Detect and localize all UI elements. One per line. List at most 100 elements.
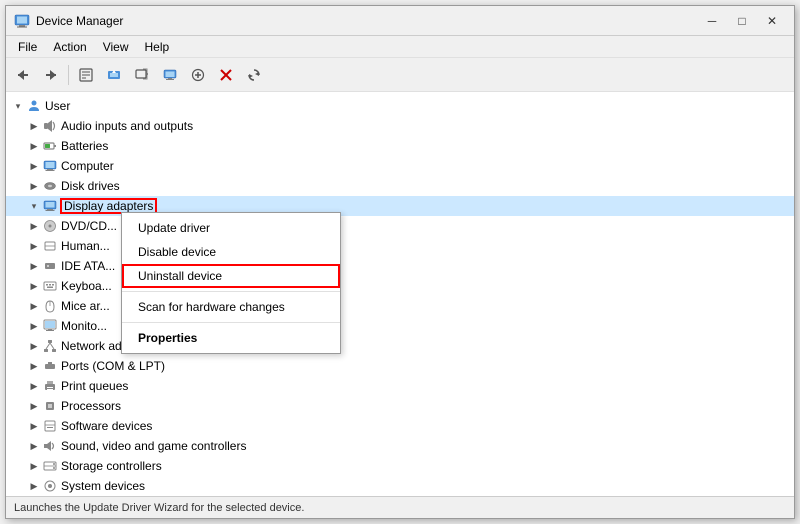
sound-icon — [42, 438, 58, 454]
update-driver-button[interactable] — [101, 62, 127, 88]
display-button[interactable] — [157, 62, 183, 88]
disk-label: Disk drives — [61, 179, 120, 193]
expand-print[interactable]: ▶ — [26, 378, 42, 394]
keyboard-icon — [42, 278, 58, 294]
tree-item-sound[interactable]: ▶ Sound, video and game controllers — [6, 436, 794, 456]
expand-processors[interactable]: ▶ — [26, 398, 42, 414]
expand-human[interactable]: ▶ — [26, 238, 42, 254]
network-icon — [42, 338, 58, 354]
monitors-label: Monito... — [61, 319, 107, 333]
refresh-button[interactable] — [241, 62, 267, 88]
expand-system[interactable]: ▶ — [26, 478, 42, 494]
ctx-update-driver[interactable]: Update driver — [122, 216, 340, 240]
status-bar: Launches the Update Driver Wizard for th… — [6, 496, 794, 518]
tree-panel[interactable]: ▾ User ▶ Audio inputs and outputs ▶ — [6, 92, 794, 496]
expand-ports[interactable]: ▶ — [26, 358, 42, 374]
storage-label: Storage controllers — [61, 459, 162, 473]
battery-icon — [42, 138, 58, 154]
ide-icon — [42, 258, 58, 274]
storage-icon — [42, 458, 58, 474]
computer-icon — [42, 158, 58, 174]
tree-item-print[interactable]: ▶ Print queues — [6, 376, 794, 396]
expand-disk[interactable]: ▶ — [26, 178, 42, 194]
system-label: System devices — [61, 479, 145, 493]
batteries-label: Batteries — [61, 139, 108, 153]
back-button[interactable] — [10, 62, 36, 88]
audio-label: Audio inputs and outputs — [61, 119, 193, 133]
display-icon — [42, 198, 58, 214]
tree-item-processors[interactable]: ▶ Processors — [6, 396, 794, 416]
ctx-uninstall-device[interactable]: Uninstall device — [122, 264, 340, 288]
software-label: Software devices — [61, 419, 152, 433]
scan-button[interactable] — [129, 62, 155, 88]
device-manager-window: Device Manager ─ □ ✕ File Action View He… — [5, 5, 795, 519]
audio-icon — [42, 118, 58, 134]
processors-label: Processors — [61, 399, 121, 413]
title-bar: Device Manager ─ □ ✕ — [6, 6, 794, 36]
keyboard-label: Keyboa... — [61, 279, 112, 293]
toolbar-separator-1 — [68, 65, 69, 85]
tree-root-user[interactable]: ▾ User — [6, 96, 794, 116]
ctx-separator-1 — [122, 291, 340, 292]
ports-label: Ports (COM & LPT) — [61, 359, 165, 373]
menu-file[interactable]: File — [10, 38, 45, 56]
mice-label: Mice ar... — [61, 299, 110, 313]
tree-item-software[interactable]: ▶ Software devices — [6, 416, 794, 436]
dvd-label: DVD/CD... — [61, 219, 117, 233]
expand-mice[interactable]: ▶ — [26, 298, 42, 314]
title-controls: ─ □ ✕ — [698, 11, 786, 31]
expand-dvd[interactable]: ▶ — [26, 218, 42, 234]
expand-monitors[interactable]: ▶ — [26, 318, 42, 334]
human-icon — [42, 238, 58, 254]
ctx-scan-changes[interactable]: Scan for hardware changes — [122, 295, 340, 319]
ide-label: IDE ATA... — [61, 259, 115, 273]
properties-button[interactable] — [73, 62, 99, 88]
forward-button[interactable] — [38, 62, 64, 88]
computer-label: Computer — [61, 159, 114, 173]
menu-help[interactable]: Help — [137, 38, 178, 56]
expand-keyboard[interactable]: ▶ — [26, 278, 42, 294]
expand-ide[interactable]: ▶ — [26, 258, 42, 274]
human-label: Human... — [61, 239, 110, 253]
window-title: Device Manager — [36, 14, 123, 28]
context-menu: Update driver Disable device Uninstall d… — [121, 212, 341, 354]
title-left: Device Manager — [14, 13, 123, 29]
minimize-button[interactable]: ─ — [698, 11, 726, 31]
expand-network[interactable]: ▶ — [26, 338, 42, 354]
tree-item-audio[interactable]: ▶ Audio inputs and outputs — [6, 116, 794, 136]
tree-item-batteries[interactable]: ▶ Batteries — [6, 136, 794, 156]
expand-computer[interactable]: ▶ — [26, 158, 42, 174]
tree-item-disk[interactable]: ▶ Disk drives — [6, 176, 794, 196]
dvd-icon — [42, 218, 58, 234]
menu-view[interactable]: View — [95, 38, 137, 56]
menu-bar: File Action View Help — [6, 36, 794, 58]
expand-software[interactable]: ▶ — [26, 418, 42, 434]
user-icon — [26, 98, 42, 114]
sound-label: Sound, video and game controllers — [61, 439, 246, 453]
expand-batteries[interactable]: ▶ — [26, 138, 42, 154]
expand-audio[interactable]: ▶ — [26, 118, 42, 134]
display-label: Display adapters — [61, 199, 156, 213]
close-button[interactable]: ✕ — [758, 11, 786, 31]
ctx-properties[interactable]: Properties — [122, 326, 340, 350]
tree-item-storage[interactable]: ▶ Storage controllers — [6, 456, 794, 476]
expand-sound[interactable]: ▶ — [26, 438, 42, 454]
menu-action[interactable]: Action — [45, 38, 94, 56]
tree-item-system[interactable]: ▶ System devices — [6, 476, 794, 496]
remove-button[interactable] — [213, 62, 239, 88]
ctx-disable-device[interactable]: Disable device — [122, 240, 340, 264]
print-icon — [42, 378, 58, 394]
tree-item-computer[interactable]: ▶ Computer — [6, 156, 794, 176]
tree-item-ports[interactable]: ▶ Ports (COM & LPT) — [6, 356, 794, 376]
maximize-button[interactable]: □ — [728, 11, 756, 31]
expand-display[interactable]: ▾ — [26, 198, 42, 214]
user-label: User — [45, 99, 70, 113]
expand-storage[interactable]: ▶ — [26, 458, 42, 474]
ctx-separator-2 — [122, 322, 340, 323]
content-area: ▾ User ▶ Audio inputs and outputs ▶ — [6, 92, 794, 496]
expand-user[interactable]: ▾ — [10, 98, 26, 114]
ports-icon — [42, 358, 58, 374]
disk-icon — [42, 178, 58, 194]
add-button[interactable] — [185, 62, 211, 88]
toolbar — [6, 58, 794, 92]
